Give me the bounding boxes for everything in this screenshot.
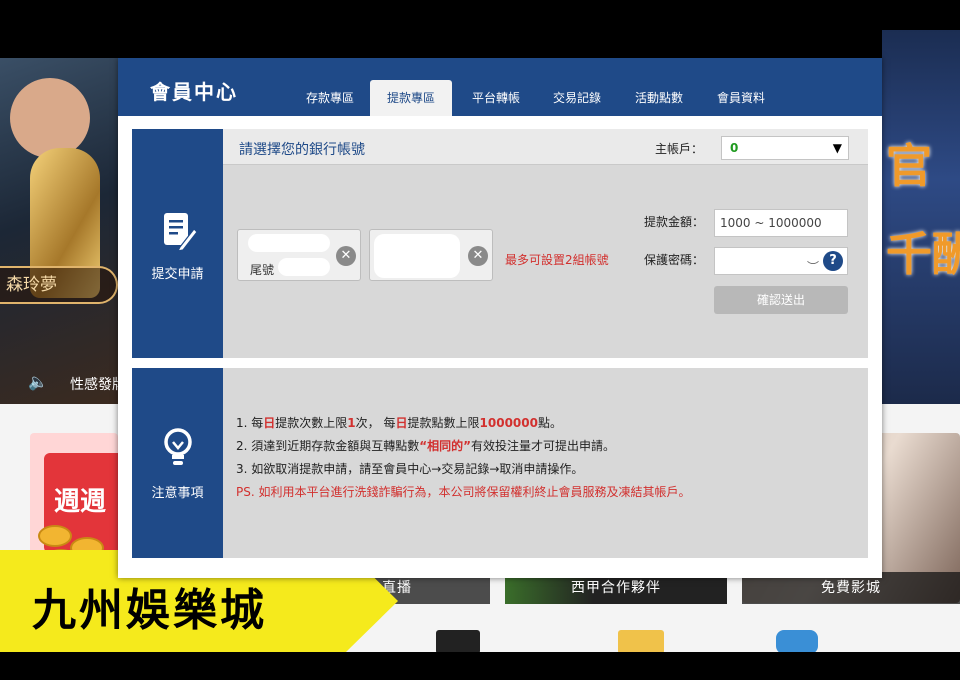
bank-header-title: 請選擇您的銀行帳號 <box>239 142 365 158</box>
note-line-1: 1. 每日提款次數上限1次， 每日提款點數上限1000000點。 <box>236 416 562 430</box>
help-icon[interactable]: ? <box>823 251 843 271</box>
lightbulb-icon <box>164 428 192 465</box>
modal-title: 會員中心 <box>150 80 238 104</box>
main-account-value: 0 <box>730 141 739 155</box>
notes-sidebar: 注意事項 <box>132 368 223 558</box>
password-label: 保護密碼： <box>644 253 705 267</box>
clapper-icon[interactable] <box>436 630 480 654</box>
tab-transfer[interactable]: 平台轉帳 <box>456 80 536 116</box>
note-ps: PS. 如利用本平台進行洗錢詐騙行為，本公司將保留權利終止會員服務及凍結其帳戶。 <box>236 485 691 499</box>
notes-panel: 注意事項 1. 每日提款次數上限1次， 每日提款點數上限1000000點。 2.… <box>132 368 868 558</box>
tab-transactions[interactable]: 交易記錄 <box>536 80 618 116</box>
submit-section-label: 提交申請 <box>151 267 204 282</box>
notes-list: 1. 每日提款次數上限1次， 每日提款點數上限1000000點。 2. 須達到近… <box>236 412 691 504</box>
amount-placeholder: 1000 ~ 1000000 <box>720 216 822 230</box>
redacted-text <box>278 258 330 276</box>
remove-card-icon[interactable]: ✕ <box>468 246 488 266</box>
top-black-bar <box>0 0 960 58</box>
edit-document-icon <box>164 213 198 252</box>
screen: 森玲夢 🔈 性感發牌 官 千酬 週週 直播 西甲合作夥伴 免費影城 九州娛樂城 … <box>0 0 960 680</box>
hero-right-text-1: 官 <box>886 139 932 193</box>
notebook-icon[interactable] <box>618 630 664 654</box>
max-accounts-note: 最多可設置2組帳號 <box>505 253 609 267</box>
bottom-black-bar <box>0 652 960 680</box>
password-input[interactable]: ︶ ? <box>714 247 848 275</box>
submit-button[interactable]: 確認送出 <box>714 286 848 314</box>
tab-withdraw[interactable]: 提款專區 <box>370 80 452 116</box>
hero-image-left[interactable] <box>0 58 118 404</box>
brand-title: 九州娛樂城 <box>32 585 267 636</box>
modal-header: 會員中心 存款專區 提款專區 平台轉帳 交易記錄 活動點數 會員資料 <box>118 58 882 116</box>
bank-card-2[interactable]: ✕ <box>369 229 493 281</box>
member-center-modal: 會員中心 存款專區 提款專區 平台轉帳 交易記錄 活動點數 會員資料 提交申請 <box>118 58 882 578</box>
hero-right-text-2: 千酬 <box>886 227 960 281</box>
dealer-name-label: 森玲夢 <box>0 266 118 304</box>
remove-card-icon[interactable]: ✕ <box>336 246 356 266</box>
card-tail-label: 尾號 <box>250 263 275 277</box>
redacted-text <box>374 234 460 278</box>
note-line-3: 3. 如欲取消提款申請，請至會員中心→交易記錄→取消申請操作。 <box>236 462 584 476</box>
redacted-text <box>248 234 330 252</box>
tab-profile[interactable]: 會員資料 <box>700 80 782 116</box>
bank-select-header: 請選擇您的銀行帳號 主帳戶： 0 ▼ <box>223 129 868 165</box>
dropdown-arrow-icon: ▼ <box>832 141 842 155</box>
note-line-2: 2. 須達到近期存款金額與互轉點數“相同的”有效投注量才可提出申請。 <box>236 439 616 453</box>
amount-input[interactable]: 1000 ~ 1000000 <box>714 209 848 237</box>
hero-image-right[interactable]: 官 千酬 <box>882 30 960 404</box>
amount-label: 提款金額： <box>644 215 705 229</box>
volume-icon[interactable]: 🔈 <box>28 372 48 391</box>
coin-icon <box>38 525 72 547</box>
chat-icon[interactable] <box>776 630 818 654</box>
main-account-select[interactable]: 0 ▼ <box>721 136 849 160</box>
withdraw-form-panel: 提交申請 請選擇您的銀行帳號 主帳戶： 0 ▼ 尾號 ✕ ✕ 最多可設置2組帳號… <box>132 129 868 358</box>
bank-card-1[interactable]: 尾號 ✕ <box>237 229 361 281</box>
notes-section-label: 注意事項 <box>151 486 204 501</box>
submit-sidebar: 提交申請 <box>132 129 223 358</box>
main-account-label: 主帳戶： <box>655 142 704 156</box>
model-figure <box>10 78 90 158</box>
tab-points[interactable]: 活動點數 <box>618 80 700 116</box>
tab-deposit[interactable]: 存款專區 <box>290 80 370 116</box>
hide-password-icon[interactable]: ︶ <box>807 254 819 280</box>
